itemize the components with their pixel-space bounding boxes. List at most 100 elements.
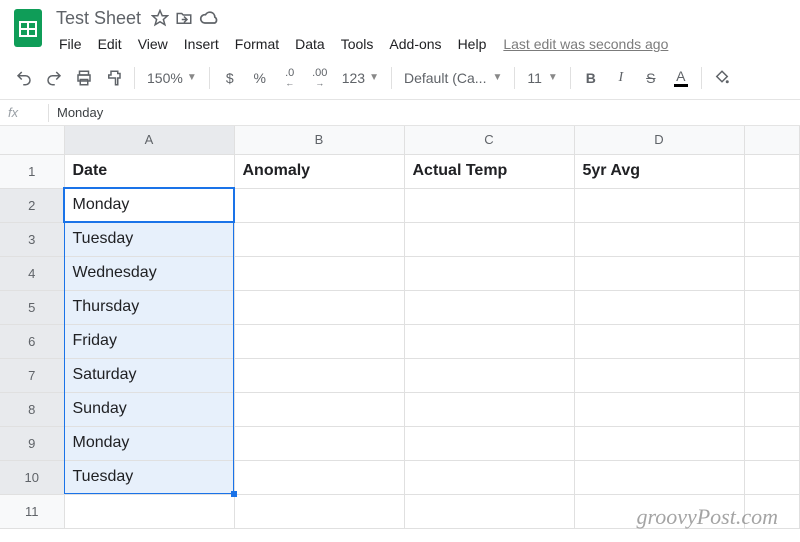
cell-b1[interactable]: Anomaly [234, 154, 404, 188]
sheets-logo[interactable] [10, 6, 46, 50]
font-select[interactable]: Default (Ca...▼ [398, 70, 508, 86]
percent-button[interactable]: % [246, 64, 274, 92]
row-header[interactable]: 4 [0, 256, 64, 290]
cell[interactable] [404, 222, 574, 256]
menu-view[interactable]: View [131, 33, 175, 55]
cell-a4[interactable]: Wednesday [64, 256, 234, 290]
cell[interactable] [404, 426, 574, 460]
cell[interactable] [234, 392, 404, 426]
paint-format-button[interactable] [100, 64, 128, 92]
cell[interactable] [574, 460, 744, 494]
cell[interactable] [574, 392, 744, 426]
row-header[interactable]: 1 [0, 154, 64, 188]
italic-button[interactable]: I [607, 64, 635, 92]
cell[interactable] [744, 392, 800, 426]
cell[interactable] [234, 426, 404, 460]
cell[interactable] [744, 324, 800, 358]
text-color-button[interactable]: A [667, 64, 695, 92]
cell-c1[interactable]: Actual Temp [404, 154, 574, 188]
strikethrough-button[interactable]: S [637, 64, 665, 92]
cell-d1[interactable]: 5yr Avg [574, 154, 744, 188]
print-button[interactable] [70, 64, 98, 92]
select-all-corner[interactable] [0, 126, 64, 154]
cell-a9[interactable]: Monday [64, 426, 234, 460]
cell[interactable] [744, 358, 800, 392]
cell[interactable] [234, 290, 404, 324]
row-header[interactable]: 7 [0, 358, 64, 392]
menu-help[interactable]: Help [451, 33, 494, 55]
cell[interactable] [234, 256, 404, 290]
cell[interactable] [744, 460, 800, 494]
cell[interactable] [234, 222, 404, 256]
cell-a6[interactable]: Friday [64, 324, 234, 358]
cell[interactable] [574, 358, 744, 392]
cell-a10[interactable]: Tuesday [64, 460, 234, 494]
number-format-select[interactable]: 123▼ [336, 70, 385, 86]
menu-addons[interactable]: Add-ons [382, 33, 448, 55]
cell[interactable] [404, 188, 574, 222]
cell[interactable] [574, 222, 744, 256]
menu-file[interactable]: File [52, 33, 89, 55]
document-title[interactable]: Test Sheet [52, 6, 145, 31]
menu-insert[interactable]: Insert [177, 33, 226, 55]
cell-a3[interactable]: Tuesday [64, 222, 234, 256]
undo-button[interactable] [10, 64, 38, 92]
cell[interactable] [574, 188, 744, 222]
decrease-decimal-button[interactable]: .0← [276, 64, 304, 92]
row-header[interactable]: 11 [0, 494, 64, 528]
cell[interactable] [404, 494, 574, 528]
cell[interactable] [404, 324, 574, 358]
cell[interactable] [64, 494, 234, 528]
cell-a2[interactable]: Monday [64, 188, 234, 222]
cell[interactable] [404, 392, 574, 426]
formula-input[interactable]: Monday [57, 105, 792, 120]
fill-color-button[interactable] [708, 64, 736, 92]
cell-a8[interactable]: Sunday [64, 392, 234, 426]
cell[interactable] [574, 324, 744, 358]
font-size-select[interactable]: 11▼ [521, 70, 563, 86]
cell[interactable] [744, 188, 800, 222]
cell[interactable] [234, 358, 404, 392]
last-edit-link[interactable]: Last edit was seconds ago [503, 36, 668, 52]
row-header[interactable]: 8 [0, 392, 64, 426]
increase-decimal-button[interactable]: .00→ [306, 64, 334, 92]
currency-button[interactable]: $ [216, 64, 244, 92]
cell[interactable] [234, 188, 404, 222]
cell[interactable] [744, 154, 800, 188]
bold-button[interactable]: B [577, 64, 605, 92]
cell[interactable] [744, 426, 800, 460]
menu-edit[interactable]: Edit [91, 33, 129, 55]
col-header-c[interactable]: C [404, 126, 574, 154]
cell-a5[interactable]: Thursday [64, 290, 234, 324]
cell[interactable] [404, 358, 574, 392]
col-header-d[interactable]: D [574, 126, 744, 154]
cell[interactable] [404, 460, 574, 494]
cell[interactable] [744, 222, 800, 256]
row-header[interactable]: 10 [0, 460, 64, 494]
cell[interactable] [744, 290, 800, 324]
cell[interactable] [744, 256, 800, 290]
cell[interactable] [574, 426, 744, 460]
star-icon[interactable] [151, 9, 169, 27]
cell-a7[interactable]: Saturday [64, 358, 234, 392]
redo-button[interactable] [40, 64, 68, 92]
col-header-b[interactable]: B [234, 126, 404, 154]
menu-data[interactable]: Data [288, 33, 332, 55]
cell[interactable] [234, 324, 404, 358]
row-header[interactable]: 5 [0, 290, 64, 324]
cell[interactable] [234, 460, 404, 494]
zoom-select[interactable]: 150%▼ [141, 70, 203, 86]
cell[interactable] [404, 256, 574, 290]
row-header[interactable]: 9 [0, 426, 64, 460]
col-header-a[interactable]: A [64, 126, 234, 154]
cell[interactable] [574, 290, 744, 324]
cloud-status-icon[interactable] [199, 9, 219, 27]
row-header[interactable]: 3 [0, 222, 64, 256]
menu-tools[interactable]: Tools [334, 33, 381, 55]
col-header-extra[interactable] [744, 126, 800, 154]
cell[interactable] [404, 290, 574, 324]
row-header[interactable]: 6 [0, 324, 64, 358]
cell-a1[interactable]: Date [64, 154, 234, 188]
cell[interactable] [234, 494, 404, 528]
move-icon[interactable] [175, 9, 193, 27]
